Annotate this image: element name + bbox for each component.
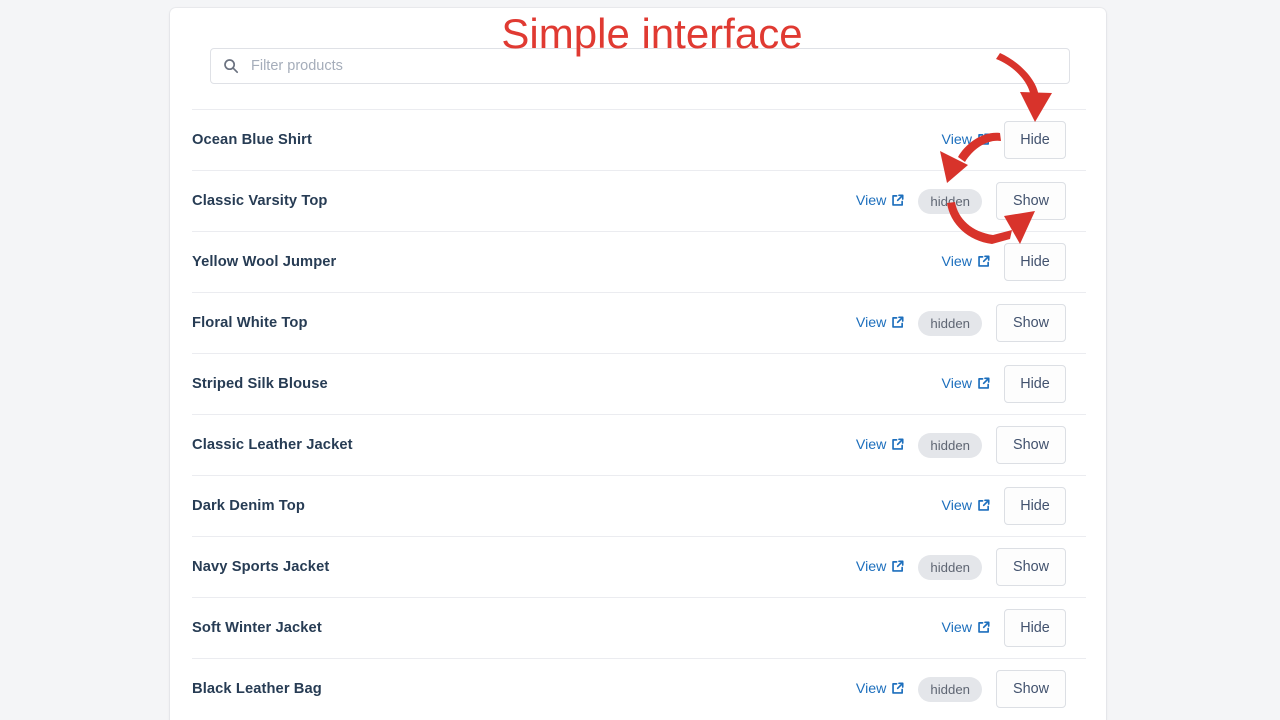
view-link-label: View — [855, 315, 887, 331]
view-link-label: View — [855, 193, 887, 209]
external-link-icon — [978, 621, 990, 633]
external-link-icon — [892, 560, 904, 572]
table-row: Classic Leather Jacket View hidden Show — [192, 414, 1086, 475]
product-name: Classic Varsity Top — [192, 193, 328, 209]
external-link-icon — [978, 133, 990, 145]
toggle-visibility-button[interactable]: Show — [996, 426, 1066, 464]
table-row: Classic Varsity Top View hidden Show — [192, 170, 1086, 231]
row-actions: View Hide — [942, 121, 1066, 159]
external-link-icon — [892, 194, 904, 206]
toggle-visibility-button[interactable]: Show — [996, 182, 1066, 220]
product-name: Black Leather Bag — [192, 681, 322, 697]
view-link[interactable]: View — [856, 315, 905, 331]
view-link[interactable]: View — [942, 132, 991, 148]
product-name: Dark Denim Top — [192, 498, 305, 514]
product-name: Yellow Wool Jumper — [192, 254, 337, 270]
row-actions: View Hide — [942, 243, 1066, 281]
external-link-icon — [892, 438, 904, 450]
toggle-visibility-button[interactable]: Hide — [1004, 365, 1066, 403]
view-link-label: View — [855, 681, 887, 697]
view-link-label: View — [941, 132, 973, 148]
product-name: Striped Silk Blouse — [192, 376, 328, 392]
row-actions: View hidden Show — [856, 304, 1066, 342]
toggle-visibility-button[interactable]: Show — [996, 548, 1066, 586]
row-actions: View hidden Show — [856, 182, 1066, 220]
view-link[interactable]: View — [856, 437, 905, 453]
row-actions: View Hide — [942, 609, 1066, 647]
toggle-visibility-button[interactable]: Show — [996, 304, 1066, 342]
toggle-visibility-button[interactable]: Hide — [1004, 609, 1066, 647]
search-input[interactable] — [251, 58, 1057, 74]
view-link-label: View — [941, 498, 973, 514]
product-name: Classic Leather Jacket — [192, 437, 353, 453]
external-link-icon — [978, 255, 990, 267]
table-row: Ocean Blue Shirt View Hide — [192, 109, 1086, 170]
view-link[interactable]: View — [942, 376, 991, 392]
status-badge: hidden — [918, 188, 982, 214]
table-row: Striped Silk Blouse View Hide — [192, 353, 1086, 414]
table-row: Floral White Top View hidden Show — [192, 292, 1086, 353]
view-link[interactable]: View — [942, 498, 991, 514]
product-name: Navy Sports Jacket — [192, 559, 330, 575]
table-row: Soft Winter Jacket View Hide — [192, 597, 1086, 658]
table-row: Yellow Wool Jumper View Hide — [192, 231, 1086, 292]
view-link[interactable]: View — [942, 254, 991, 270]
view-link-label: View — [855, 437, 887, 453]
screenshot-root: Ocean Blue Shirt View Hide Classic Varsity … — [0, 0, 1280, 720]
row-actions: View hidden Show — [856, 426, 1066, 464]
row-actions: View Hide — [942, 365, 1066, 403]
view-link-label: View — [941, 376, 973, 392]
view-link[interactable]: View — [942, 620, 991, 636]
table-row: Dark Denim Top View Hide — [192, 475, 1086, 536]
status-badge: hidden — [918, 310, 982, 336]
view-link[interactable]: View — [856, 193, 905, 209]
table-row: Navy Sports Jacket View hidden Show — [192, 536, 1086, 597]
search-icon — [224, 59, 239, 74]
search-box[interactable] — [210, 48, 1070, 84]
product-name: Soft Winter Jacket — [192, 620, 322, 636]
toggle-visibility-button[interactable]: Hide — [1004, 121, 1066, 159]
filter-bar — [210, 48, 1070, 84]
external-link-icon — [978, 499, 990, 511]
toggle-visibility-button[interactable]: Hide — [1004, 243, 1066, 281]
external-link-icon — [978, 377, 990, 389]
table-row: Black Leather Bag View hidden Show — [192, 658, 1086, 719]
view-link-label: View — [941, 254, 973, 270]
status-badge: hidden — [918, 554, 982, 580]
product-name: Floral White Top — [192, 315, 308, 331]
row-actions: View Hide — [942, 487, 1066, 525]
status-badge: hidden — [918, 676, 982, 702]
toggle-visibility-button[interactable]: Show — [996, 670, 1066, 708]
external-link-icon — [892, 316, 904, 328]
product-visibility-card: Ocean Blue Shirt View Hide Classic Varsity … — [170, 8, 1106, 720]
product-list: Ocean Blue Shirt View Hide Classic Varsity … — [192, 109, 1086, 719]
row-actions: View hidden Show — [856, 548, 1066, 586]
view-link[interactable]: View — [856, 681, 905, 697]
product-name: Ocean Blue Shirt — [192, 132, 312, 148]
external-link-icon — [892, 682, 904, 694]
row-actions: View hidden Show — [856, 670, 1066, 708]
toggle-visibility-button[interactable]: Hide — [1004, 487, 1066, 525]
view-link-label: View — [855, 559, 887, 575]
status-badge: hidden — [918, 432, 982, 458]
view-link[interactable]: View — [856, 559, 905, 575]
view-link-label: View — [941, 620, 973, 636]
